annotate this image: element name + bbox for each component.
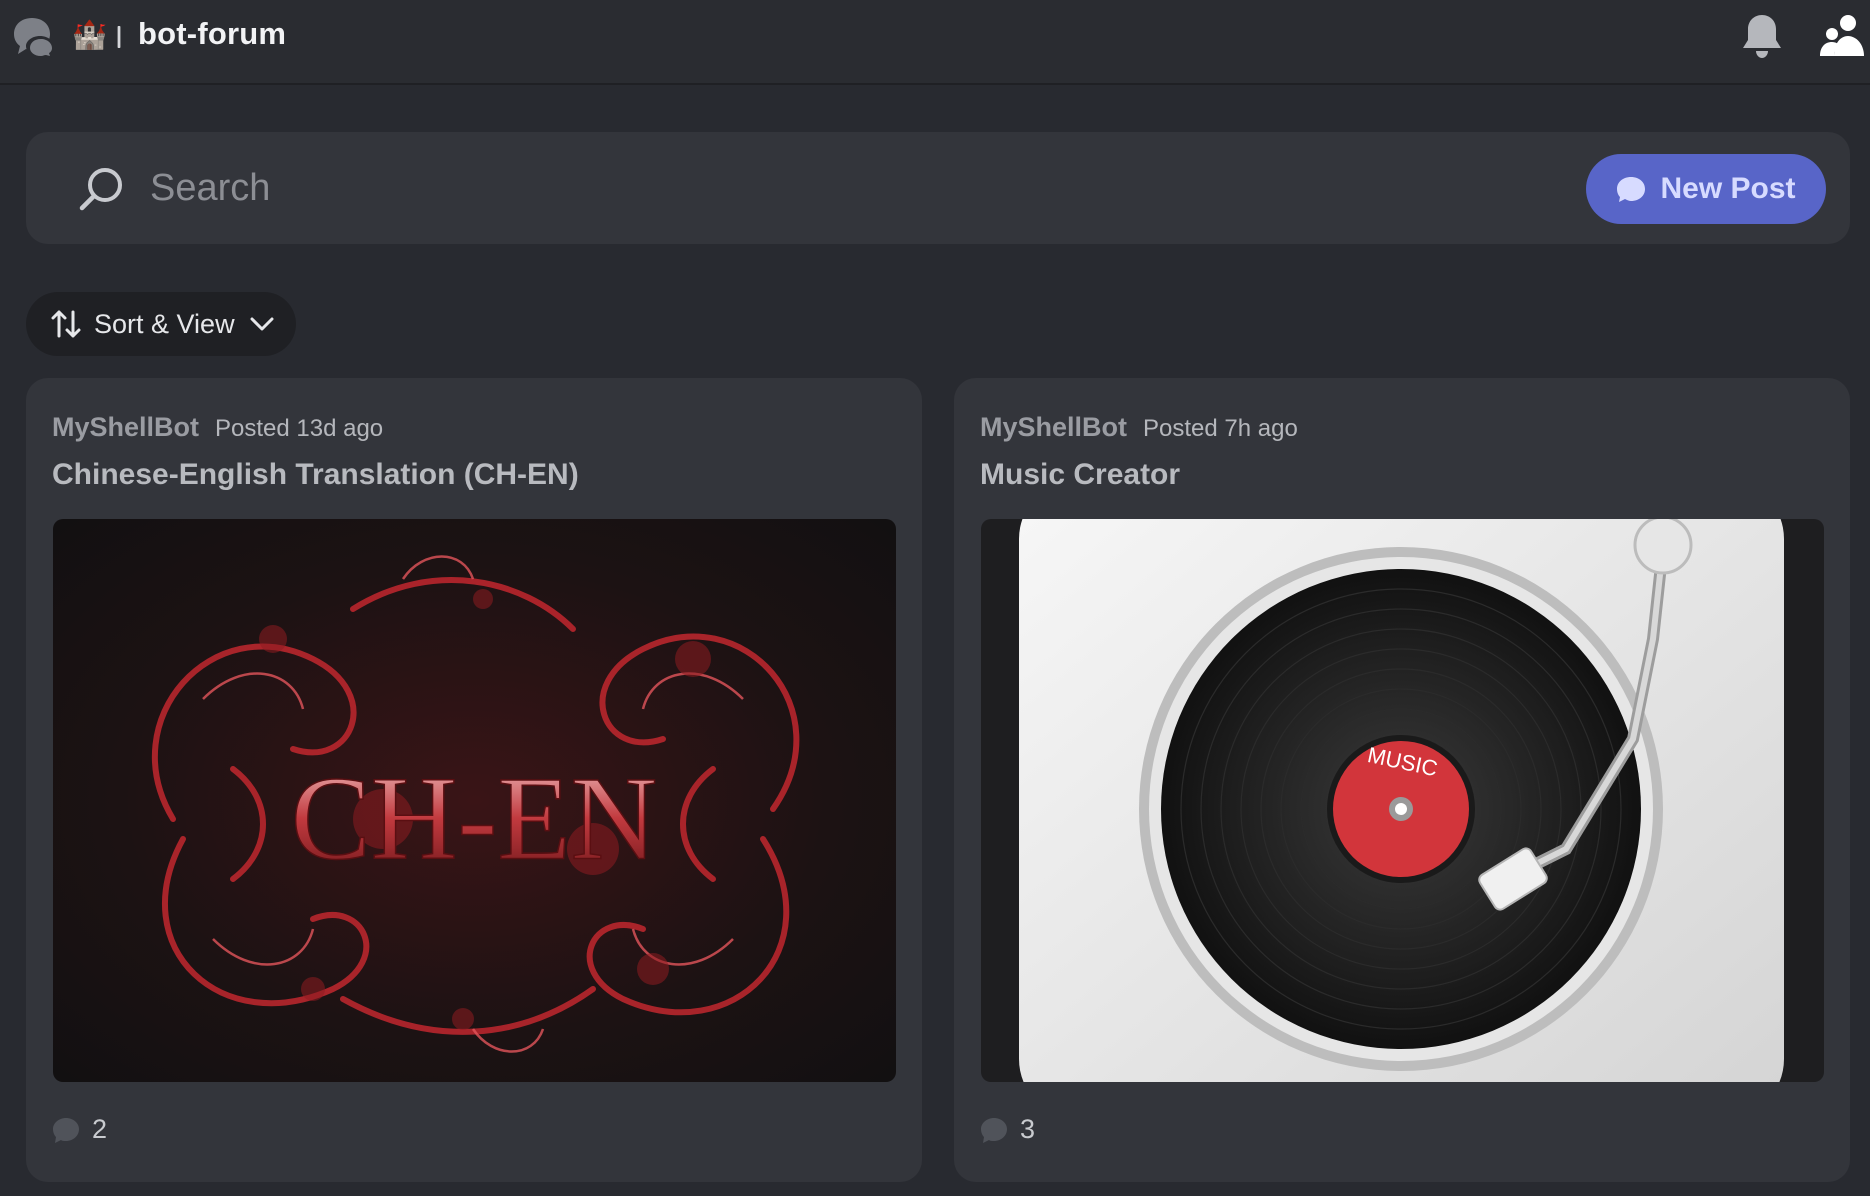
chat-bubble-icon [53, 1117, 79, 1143]
post-card[interactable]: MyShellBot Posted 7h ago Music Creator M… [954, 378, 1850, 1182]
channel-name: bot-forum [138, 16, 287, 51]
new-post-label: New Post [1660, 172, 1796, 205]
search-bar: New Post [26, 132, 1850, 244]
post-timestamp: Posted 7h ago [1143, 415, 1298, 442]
thumbnail-text: CH-EN [291, 752, 658, 885]
post-thumbnail[interactable]: CH-EN [53, 519, 896, 1082]
turntable-artwork: MUSIC [981, 519, 1824, 1082]
sort-view-label: Sort & View [94, 308, 235, 339]
chevron-down-icon [250, 317, 274, 331]
sort-view-button[interactable]: Sort & View [26, 292, 296, 356]
post-thumbnail[interactable]: MUSIC [981, 519, 1824, 1082]
post-meta: MyShellBot Posted 7h ago [980, 412, 1298, 443]
forum-icon [14, 18, 54, 58]
post-card[interactable]: MyShellBot Posted 13d ago Chinese-Englis… [26, 378, 922, 1182]
search-icon [79, 168, 122, 211]
post-title[interactable]: Music Creator [980, 458, 1180, 492]
reply-count: 2 [52, 1114, 107, 1145]
post-author: MyShellBot [980, 412, 1128, 442]
search-input[interactable] [148, 160, 1048, 216]
divider [117, 26, 121, 48]
members-icon[interactable] [1818, 12, 1866, 60]
chat-bubble-icon [981, 1117, 1007, 1143]
new-post-button[interactable]: New Post [1586, 154, 1826, 224]
post-title[interactable]: Chinese-English Translation (CH-EN) [52, 458, 579, 492]
post-timestamp: Posted 13d ago [215, 415, 384, 442]
ch-en-artwork: CH-EN [53, 519, 896, 1082]
chat-bubble-icon [1617, 177, 1646, 202]
sort-arrows-icon [51, 310, 81, 338]
reply-count-value: 2 [92, 1114, 108, 1144]
castle-icon: 🏰 [72, 19, 107, 50]
reply-count-value: 3 [1020, 1114, 1036, 1144]
reply-count: 3 [980, 1114, 1035, 1145]
post-meta: MyShellBot Posted 13d ago [52, 412, 383, 443]
post-author: MyShellBot [52, 412, 200, 442]
channel-header: 🏰 bot-forum [0, 0, 1870, 85]
bell-icon[interactable] [1740, 12, 1784, 60]
